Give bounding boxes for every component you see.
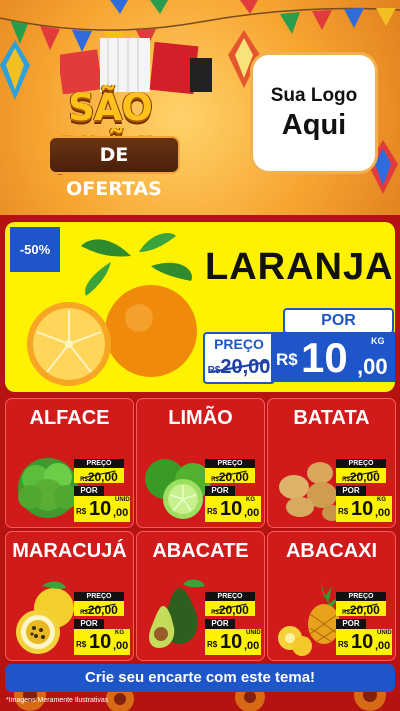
price-tag: R$ 10 ,00 UNID [336, 629, 392, 655]
price-decimal: ,00 [113, 640, 129, 652]
logo-text-line2: Aqui [281, 108, 347, 141]
old-price-tag: PREÇO R$20,00 [205, 459, 255, 484]
price-integer: 10 [220, 498, 243, 520]
product-card-limao: LIMÃO PREÇO R$20,00 POR R$ 10 ,00 KG [136, 398, 265, 528]
preco-label: PREÇO [205, 459, 255, 468]
preco-label: PREÇO [205, 592, 255, 601]
product-card-abacaxi: ABACAXI PREÇO R$20,00 POR R$ 10 ,00 UNID [267, 531, 396, 661]
por-label: POR [283, 308, 394, 334]
price-currency: R$ [338, 507, 349, 516]
product-name: ABACATE [152, 540, 249, 562]
preco-label: PREÇO [336, 459, 386, 468]
price-decimal: ,00 [375, 640, 391, 652]
price-unit: UNID [377, 630, 392, 636]
price-tag: R$ 10 ,00 KG [336, 496, 392, 522]
price-integer: 10 [351, 631, 374, 653]
price-decimal: ,00 [375, 507, 391, 519]
product-card-batata: BATATA PREÇO R$20,00 POR R$ 10 ,00 KG [267, 398, 396, 528]
product-name: ABACAXI [285, 540, 378, 562]
old-price-tag: PREÇO R$20,00 [336, 592, 386, 617]
price-currency: R$ [207, 640, 218, 649]
price-tag: R$ 10 ,00 KG [205, 496, 261, 522]
product-card-maracuja: MARACUJÁ PREÇO R$20,00 POR R$ 10 ,00 KG [5, 531, 134, 661]
preco-label: PREÇO [214, 336, 264, 352]
por-label: POR [336, 619, 366, 629]
preco-label: PREÇO [336, 592, 386, 601]
logo-placeholder: Sua Logo Aqui [253, 55, 375, 171]
preco-label: PREÇO [74, 592, 124, 601]
old-price-tag: PREÇO R$20,00 [74, 459, 124, 484]
price-unit: KG [377, 497, 386, 503]
old-price-tag: PREÇO R$20,00 [205, 592, 255, 617]
header-banner: SÃO JOÃO DE OFERTAS Sua Logo Aqui [0, 0, 400, 215]
price-integer: 10 [220, 631, 243, 653]
featured-product-card: -50% LARANJA PREÇO R$20,00 POR R$ 10 ,00… [5, 222, 395, 392]
old-price-tag: PREÇO R$20,00 [74, 592, 124, 617]
price-decimal: ,00 [244, 507, 260, 519]
featured-price: R$ 10 ,00 KG [271, 332, 395, 382]
price-integer: 10 [89, 498, 112, 520]
product-name: BATATA [293, 407, 370, 429]
price-currency: R$ [76, 507, 87, 516]
old-price-box: PREÇO R$20,00 [203, 332, 275, 384]
product-name: MARACUJÁ [12, 540, 127, 562]
disclaimer-note: *Imagens Meramente Ilustrativas [6, 697, 109, 704]
price-unit: KG [246, 497, 255, 503]
preco-label: PREÇO [74, 459, 124, 468]
price-decimal: ,00 [113, 507, 129, 519]
product-card-abacate: ABACATE PREÇO R$20,00 POR R$ 10 ,00 UNID [136, 531, 265, 661]
por-label: POR [205, 619, 235, 629]
price-unit: UNID [115, 497, 130, 503]
price-decimal: ,00 [244, 640, 260, 652]
price-currency: R$ [276, 350, 298, 369]
por-label: POR [74, 486, 104, 496]
por-label: POR [205, 486, 235, 496]
por-label: POR [74, 619, 104, 629]
title-line2: DE OFERTAS [48, 136, 180, 200]
price-tag: R$ 10 ,00 UNID [74, 496, 130, 522]
price-integer: 10 [89, 631, 112, 653]
featured-product-name: LARANJA [205, 246, 394, 288]
price-integer: 10 [301, 334, 348, 381]
price-currency: R$ [338, 640, 349, 649]
product-name: ALFACE [29, 407, 110, 429]
create-flyer-button[interactable]: Crie seu encarte com este tema! [5, 664, 395, 692]
price-currency: R$ [76, 640, 87, 649]
product-name: LIMÃO [168, 407, 233, 429]
price-unit: KG [371, 336, 385, 346]
title-logo: SÃO JOÃO DE OFERTAS [14, 84, 206, 200]
price-unit: KG [115, 630, 124, 636]
discount-badge: -50% [10, 227, 60, 272]
logo-text-line1: Sua Logo [270, 84, 358, 106]
price-decimal: ,00 [357, 354, 388, 379]
price-tag: R$ 10 ,00 UNID [205, 629, 261, 655]
price-integer: 10 [351, 498, 374, 520]
price-currency: R$ [207, 507, 218, 516]
old-price-tag: PREÇO R$20,00 [336, 459, 386, 484]
product-card-alface: ALFACE PREÇO R$20,00 POR R$ 10 ,00 UNID [5, 398, 134, 528]
price-tag: R$ 10 ,00 KG [74, 629, 130, 655]
price-unit: UNID [246, 630, 261, 636]
por-label: POR [336, 486, 366, 496]
